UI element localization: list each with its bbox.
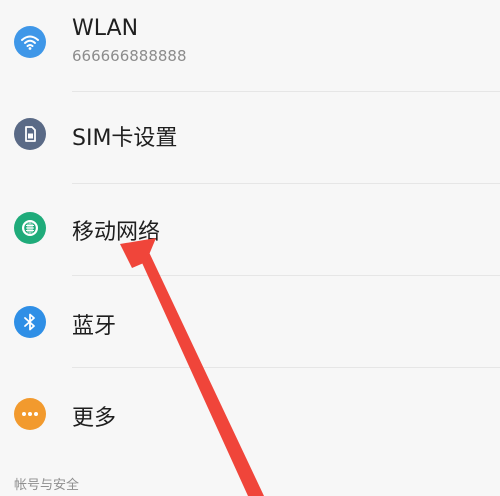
settings-list: WLAN 666666888888 SIM卡设置 移动网络 蓝牙 更多 帐号与安… xyxy=(0,0,500,496)
more-row[interactable]: 更多 xyxy=(0,368,500,460)
wifi-icon xyxy=(14,26,46,58)
bluetooth-icon xyxy=(14,306,46,338)
mobile-network-label: 移动网络 xyxy=(72,220,161,245)
globe-icon xyxy=(14,212,46,244)
sim-settings-label: SIM卡设置 xyxy=(72,126,178,151)
more-icon xyxy=(14,398,46,430)
wlan-label: WLAN xyxy=(72,16,139,41)
wlan-network-name: 666666888888 xyxy=(72,47,187,65)
sim-settings-row[interactable]: SIM卡设置 xyxy=(0,92,500,184)
bluetooth-row[interactable]: 蓝牙 xyxy=(0,276,500,368)
wlan-row[interactable]: WLAN 666666888888 xyxy=(0,0,500,92)
sim-card-icon xyxy=(14,118,46,150)
mobile-network-row[interactable]: 移动网络 xyxy=(0,184,500,276)
more-label: 更多 xyxy=(72,406,117,431)
section-header-account-security: 帐号与安全 xyxy=(14,478,80,493)
bluetooth-label: 蓝牙 xyxy=(72,314,117,339)
